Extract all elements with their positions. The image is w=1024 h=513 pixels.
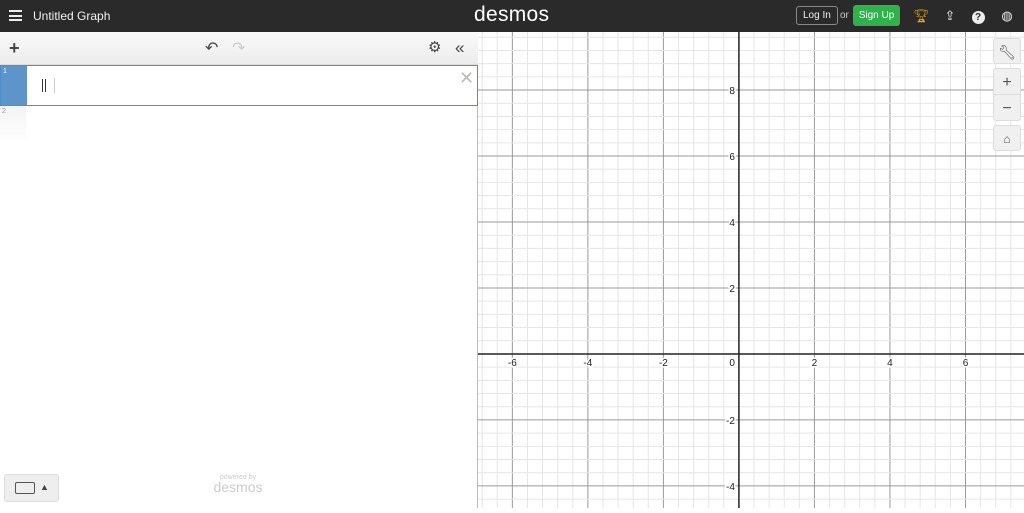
login-button[interactable]: Log In (796, 6, 838, 25)
tick-label: 4 (729, 218, 735, 229)
powered-logo: desmos (213, 479, 263, 495)
menu-icon[interactable] (9, 10, 22, 21)
expression-index[interactable]: 2 (0, 106, 26, 142)
graph-settings-wrench-icon[interactable]: 🔧︎ (993, 38, 1021, 64)
help-icon[interactable]: ? (970, 8, 986, 24)
tick-label: 6 (729, 152, 735, 163)
tick-label: 6 (963, 358, 969, 369)
text-cursor (42, 79, 46, 92)
tick-label: 2 (729, 284, 735, 295)
undo-icon[interactable]: ↶ (205, 38, 218, 58)
expression-panel: + ↶ ↷ ⚙ « 1 ✕ 2 ▲ powered by desmos (0, 32, 478, 508)
home-icon[interactable]: ⌂ (993, 125, 1021, 151)
graph-canvas[interactable]: -6 -4 -2 2 4 6 -4 -2 2 4 6 8 0 🔧︎ + − ⌂ (478, 32, 1024, 508)
tick-label: -4 (583, 358, 592, 369)
zoom-in-button[interactable]: + (993, 68, 1021, 95)
delete-expression-icon[interactable]: ✕ (459, 68, 474, 89)
tick-label: -4 (726, 482, 735, 493)
tick-label: -6 (508, 358, 517, 369)
keyboard-icon (15, 482, 35, 494)
caret-up-icon: ▲ (40, 482, 49, 492)
redo-icon[interactable]: ↷ (232, 38, 245, 58)
graph-grid[interactable]: -6 -4 -2 2 4 6 -4 -2 2 4 6 8 0 (478, 32, 1024, 508)
powered-by-desmos[interactable]: powered by desmos (200, 474, 276, 494)
expression-index: 1 (1, 66, 27, 105)
top-bar: Untitled Graph desmos Log In or Sign Up … (0, 0, 1024, 32)
or-label: or (840, 10, 849, 21)
expression-toolbar: + ↶ ↷ ⚙ « (0, 32, 478, 65)
zoom-out-button[interactable]: − (993, 94, 1021, 121)
keyboard-toggle-button[interactable]: ▲ (4, 474, 59, 502)
share-icon[interactable]: ⇪ (942, 8, 958, 24)
tick-label: -2 (659, 358, 668, 369)
expression-input[interactable] (54, 78, 55, 93)
graph-title[interactable]: Untitled Graph (33, 9, 110, 23)
collapse-panel-icon[interactable]: « (455, 38, 464, 58)
globe-icon[interactable]: ◍ (999, 8, 1015, 24)
tick-label: 4 (887, 358, 893, 369)
desmos-logo: desmos (474, 3, 550, 26)
tick-label: 8 (729, 86, 735, 97)
tick-label: 2 (812, 358, 818, 369)
add-expression-icon[interactable]: + (9, 38, 20, 59)
signup-button[interactable]: Sign Up (853, 5, 900, 26)
trophy-icon[interactable]: 🏆︎ (913, 8, 930, 24)
settings-gear-icon[interactable]: ⚙ (428, 38, 441, 56)
tick-label: 0 (729, 358, 735, 369)
tick-label: -2 (726, 416, 735, 427)
expression-row[interactable]: 1 ✕ (0, 65, 478, 106)
